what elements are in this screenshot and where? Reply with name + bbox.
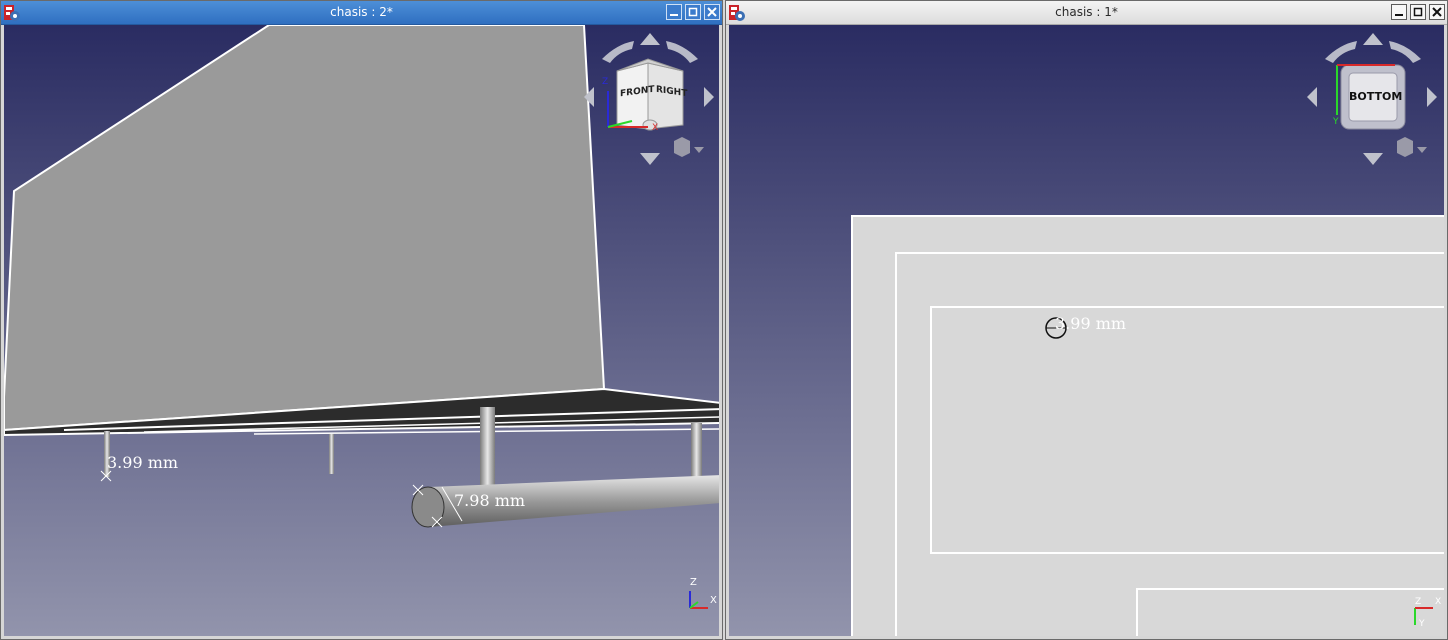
dimension-label: 3.99 mm (107, 453, 179, 472)
nav-arrow-left[interactable] (1307, 87, 1317, 107)
part-outline-outer (851, 215, 1444, 636)
maximize-icon (688, 7, 698, 17)
dimension-label: 3.99 mm (1055, 314, 1127, 333)
navigation-cube[interactable]: BOTTOM Y (1305, 29, 1441, 165)
nav-arrow-right[interactable] (704, 87, 714, 107)
view-menu-button[interactable] (1397, 137, 1427, 157)
cube-axis-x: X (652, 123, 659, 133)
minimize-icon (670, 14, 678, 16)
rotate-right-arrow[interactable] (666, 41, 698, 63)
minimize-button[interactable] (666, 4, 682, 20)
axis-label-y: Y (1419, 619, 1425, 629)
nav-arrow-down[interactable] (640, 153, 660, 165)
maximize-button[interactable] (1410, 4, 1426, 20)
right-titlebar[interactable]: chasis : 1* (726, 1, 1447, 25)
axis-label-x: X (1435, 597, 1442, 607)
dimension-label: 7.98 mm (454, 491, 526, 510)
axis-label-x: X (710, 595, 717, 606)
rotate-left-arrow[interactable] (602, 41, 634, 63)
close-button[interactable] (1429, 4, 1445, 20)
cube-face-bottom[interactable]: BOTTOM (1349, 90, 1402, 103)
rod (329, 434, 334, 474)
window-title: chasis : 2* (330, 5, 393, 19)
axis-label-z: Z (1415, 597, 1422, 607)
rod (480, 407, 495, 489)
window-title: chasis : 1* (1055, 5, 1118, 19)
minimize-icon (1395, 14, 1403, 16)
left-titlebar[interactable]: chasis : 2* (1, 1, 722, 25)
rotate-left-arrow[interactable] (1325, 41, 1357, 63)
left-mdi-window[interactable]: chasis : 2* 3.99 mm 7.98 mm Z X FRONT RI… (0, 0, 723, 640)
nav-arrow-left[interactable] (584, 87, 594, 107)
view-menu-button[interactable] (674, 137, 704, 157)
maximize-icon (1413, 7, 1423, 17)
3d-viewport[interactable]: 3.99 mm 7.98 mm Z X FRONT RIGHT Z X (4, 25, 719, 636)
nav-arrow-down[interactable] (1363, 153, 1383, 165)
axis-label-z: Z (690, 577, 697, 588)
nav-arrow-right[interactable] (1427, 87, 1437, 107)
nav-arrow-up[interactable] (1363, 33, 1383, 45)
navigation-cube[interactable]: FRONT RIGHT Z X (582, 29, 718, 165)
minimize-button[interactable] (1391, 4, 1407, 20)
tube-end (411, 486, 445, 528)
nav-arrow-up[interactable] (640, 33, 660, 45)
close-button[interactable] (704, 4, 720, 20)
right-mdi-window[interactable]: chasis : 1* 3.99 mm Z X Y BOTTOM Y (725, 0, 1448, 640)
close-icon (707, 7, 717, 17)
maximize-button[interactable] (685, 4, 701, 20)
close-icon (1432, 7, 1442, 17)
rotate-right-arrow[interactable] (1389, 41, 1421, 63)
rod (691, 423, 702, 480)
3d-viewport[interactable]: 3.99 mm Z X Y BOTTOM Y (729, 25, 1444, 636)
cube-axis-z: Z (602, 77, 609, 87)
cube-axis-y: Y (1333, 117, 1339, 127)
